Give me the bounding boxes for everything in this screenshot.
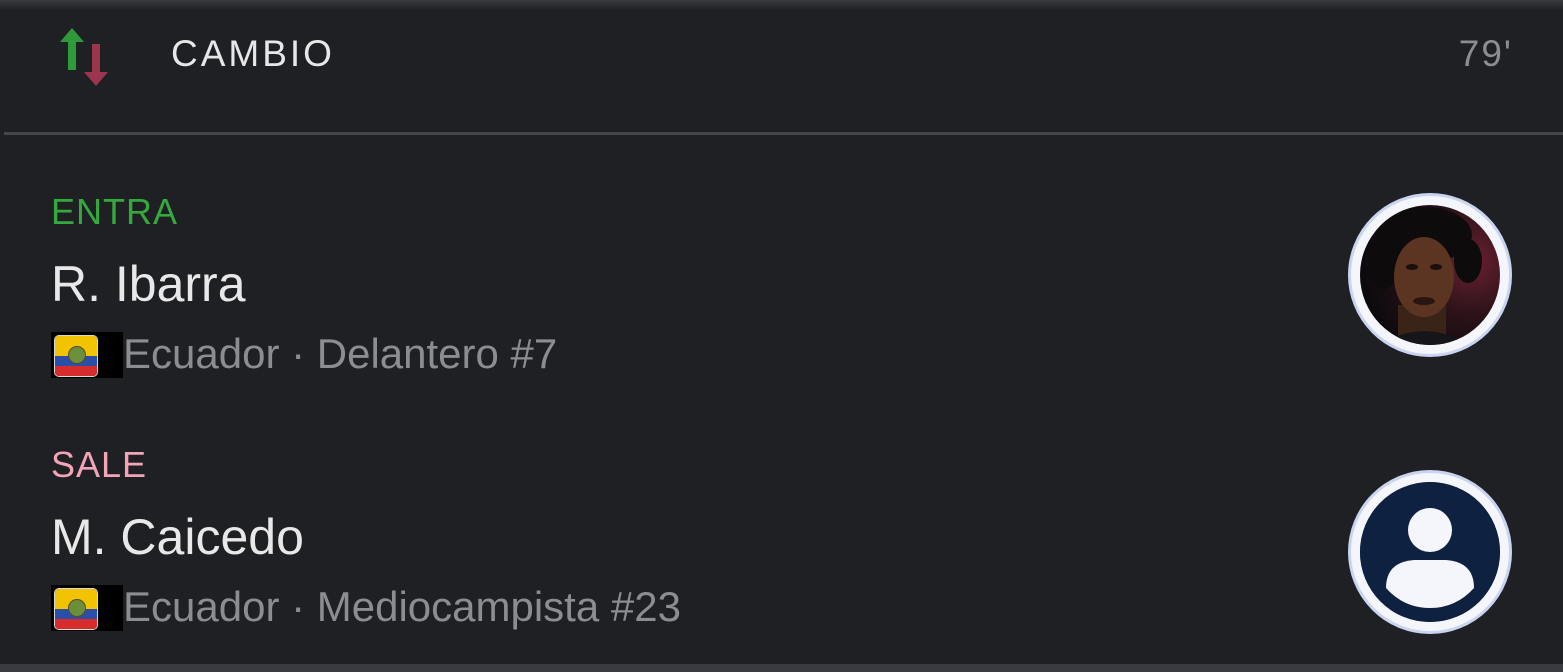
player-nationality-position: Ecuador · Mediocampista #23	[123, 583, 681, 630]
substitution-arrows-icon	[60, 28, 108, 86]
event-minute: 79'	[1458, 33, 1513, 74]
divider	[4, 132, 1563, 135]
player-avatar[interactable]	[1348, 193, 1512, 357]
flag-container	[51, 585, 123, 631]
event-title: CAMBIO	[171, 33, 335, 74]
player-name: R. Ibarra	[51, 256, 246, 312]
role-label-in: ENTRA	[51, 191, 179, 232]
role-label-out: SALE	[51, 444, 148, 485]
substitution-header: CAMBIO 79'	[0, 0, 1563, 134]
ecuador-flag-icon	[54, 588, 98, 630]
player-avatar[interactable]	[1348, 470, 1512, 634]
player-name: M. Caicedo	[51, 509, 304, 565]
flag-container	[51, 332, 123, 378]
player-photo	[1360, 205, 1500, 345]
default-user-icon	[1360, 482, 1500, 622]
bottom-edge	[0, 664, 1563, 672]
player-nationality-position: Ecuador · Delantero #7	[123, 330, 558, 377]
ecuador-flag-icon	[54, 335, 98, 377]
